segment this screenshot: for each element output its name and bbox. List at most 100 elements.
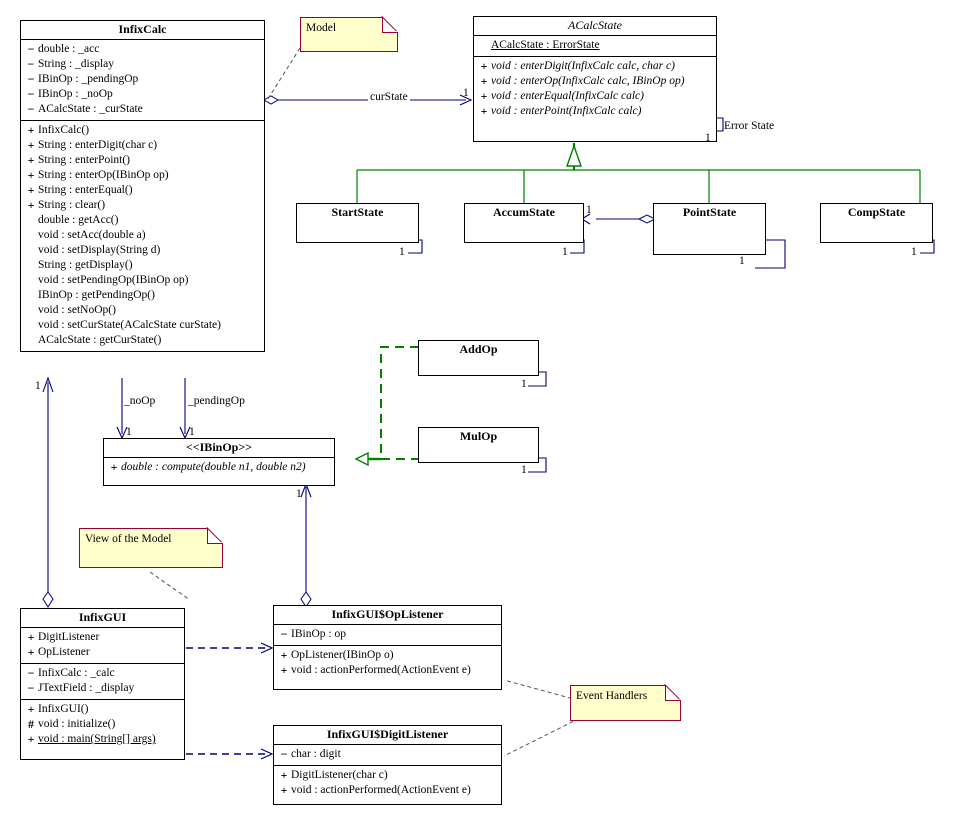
class-box-oplistener[interactable]: InfixGUI$OpListener − IBinOp : op + OpList… (273, 605, 502, 690)
class-box-addop[interactable]: AddOp (418, 340, 539, 376)
visibility-icon: − (27, 57, 35, 71)
class-box-infixcalc[interactable]: InfixCalc − double : _acc − String : _disp… (20, 20, 265, 352)
note-text: Event Handlers (576, 690, 648, 702)
class-box-accumstate[interactable]: AccumState (464, 203, 584, 243)
class-title-oplistener: InfixGUI$OpListener (331, 607, 444, 621)
note-model[interactable]: Model (300, 17, 398, 52)
visibility-icon: − (280, 627, 288, 641)
field-label: char : digit (291, 748, 341, 760)
visibility-icon: − (27, 87, 35, 101)
field-label: double : _acc (38, 43, 100, 55)
class-title-accumstate: AccumState (493, 205, 555, 219)
visibility-icon: # (28, 717, 34, 731)
visibility-icon: − (27, 681, 35, 695)
stereotype-open: << (185, 440, 200, 454)
class-methods-infixgui: + InfixGUI() # void : initialize() + void :… (21, 699, 184, 750)
note-text: View of the Model (85, 533, 172, 545)
stereotype-close: >> (238, 440, 253, 454)
multiplicity-ibinop-pendingop: 1 (189, 426, 195, 438)
method-label: InfixGUI() (38, 703, 89, 715)
multiplicity-ibinop-noop: 1 (126, 426, 132, 438)
visibility-icon: + (280, 783, 288, 797)
method-label: void : initialize() (38, 718, 116, 730)
class-fields-acalcstate: ACalcState : ErrorState (474, 35, 716, 56)
note-view-of-the-model[interactable]: View of the Model (79, 528, 223, 568)
method-label: void : enterEqual(InfixCalc calc) (491, 90, 644, 102)
method-label: ACalcState : getCurState() (38, 334, 162, 346)
visibility-icon: + (280, 768, 288, 782)
class-methods-digitlistener: + DigitListener(char c) + void : actionPer… (274, 765, 501, 801)
edge-label-noop: _noOp (124, 395, 156, 407)
method-label: void : setNoOp() (38, 304, 116, 316)
method-label: void : enterPoint(InfixCalc calc) (491, 105, 642, 117)
visibility-icon: − (27, 42, 35, 56)
method-label: String : enterOp(IBinOp op) (38, 169, 169, 181)
class-box-infixgui[interactable]: InfixGUI + DigitListener + OpListener − Inf… (20, 608, 185, 760)
multiplicity-acalcstate-error: 1 (705, 132, 711, 144)
multiplicity-startstate: 1 (399, 246, 405, 258)
class-methods-acalcstate: + void : enterDigit(InfixCalc calc, char … (474, 56, 716, 122)
class-nested-infixgui: + DigitListener + OpListener (21, 627, 184, 663)
class-title-digitlistener: InfixGUI$DigitListener (326, 727, 449, 741)
visibility-icon: + (27, 198, 35, 212)
class-title-acalcstate: ACalcState (568, 18, 622, 32)
method-label: IBinOp : getPendingOp() (38, 289, 155, 301)
method-label: void : setAcc(double a) (38, 229, 146, 241)
method-label: String : enterEqual() (38, 184, 133, 196)
multiplicity-addop: 1 (521, 378, 527, 390)
class-title-addop: AddOp (459, 342, 498, 356)
visibility-icon: + (27, 183, 35, 197)
method-label: DigitListener(char c) (291, 769, 388, 781)
method-label: OpListener(IBinOp o) (291, 649, 394, 661)
note-event-handlers[interactable]: Event Handlers (570, 685, 681, 721)
note-fold-corner (665, 685, 681, 701)
visibility-icon: + (480, 59, 488, 73)
method-label: void : setCurState(ACalcState curState) (38, 319, 221, 331)
visibility-icon: − (27, 666, 35, 680)
class-title-infixcalc: InfixCalc (118, 22, 167, 36)
class-title-ibinop: <<IBinOp>> (104, 439, 334, 457)
field-label: InfixCalc : _calc (38, 667, 115, 679)
method-label: void : enterDigit(InfixCalc calc, char c… (491, 60, 675, 72)
class-box-compstate[interactable]: CompState (820, 203, 933, 243)
multiplicity-ibinop-bottom: 1 (296, 488, 302, 500)
class-box-pointstate[interactable]: PointState (653, 203, 766, 255)
visibility-icon: + (280, 663, 288, 677)
method-label: String : clear() (38, 199, 106, 211)
visibility-icon: + (110, 460, 118, 474)
class-box-digitlistener[interactable]: InfixGUI$DigitListener − char : digit + Di… (273, 725, 502, 805)
class-fields-infixcalc: − double : _acc − String : _display − IBinO… (21, 39, 264, 120)
visibility-icon: + (27, 123, 35, 137)
field-label: IBinOp : _noOp (38, 88, 113, 100)
class-title-mulop: MulOp (459, 429, 498, 443)
edge-label-error-state: Error State (724, 120, 775, 132)
method-label: double : compute(double n1, double n2) (121, 461, 306, 473)
method-label: void : setDisplay(String d) (38, 244, 161, 256)
field-label: IBinOp : op (291, 628, 346, 640)
method-label: void : setPendingOp(IBinOp op) (38, 274, 189, 286)
visibility-icon: + (480, 74, 488, 88)
multiplicity-pointstate: 1 (739, 255, 745, 267)
class-methods-ibinop: + double : compute(double n1, double n2) (104, 457, 334, 478)
class-box-startstate[interactable]: StartState (296, 203, 419, 243)
method-label: void : enterOp(InfixCalc calc, IBinOp op… (491, 75, 685, 87)
method-label: String : getDisplay() (38, 259, 133, 271)
class-title-infixgui: InfixGUI (78, 610, 127, 624)
visibility-icon: + (27, 732, 35, 746)
note-fold-corner (207, 528, 223, 544)
class-fields-oplistener: − IBinOp : op (274, 624, 501, 645)
method-label: String : enterPoint() (38, 154, 130, 166)
visibility-icon: + (27, 138, 35, 152)
class-box-ibinop[interactable]: <<IBinOp>> + double : compute(double n1, … (103, 438, 335, 486)
class-title-startstate: StartState (331, 205, 384, 219)
interface-name: IBinOp (199, 440, 239, 454)
field-label: ACalcState : ErrorState (491, 39, 600, 51)
class-box-acalcstate[interactable]: ACalcState ACalcState : ErrorState + void… (473, 16, 717, 142)
class-box-mulop[interactable]: MulOp (418, 427, 539, 463)
edge-label-curstate: curState (368, 91, 410, 103)
visibility-icon: − (27, 102, 35, 116)
nested-class-label: OpListener (38, 646, 90, 658)
visibility-icon: + (27, 168, 35, 182)
nested-class-label: DigitListener (38, 631, 100, 643)
multiplicity-acalcstate-curstate: 1 (463, 87, 469, 99)
